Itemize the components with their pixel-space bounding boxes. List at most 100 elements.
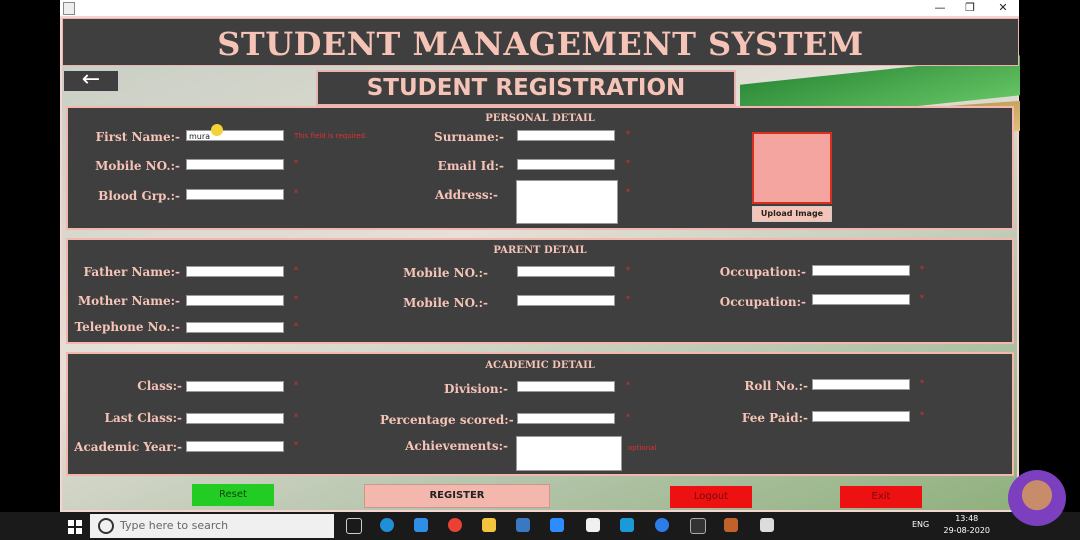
store-icon[interactable] bbox=[586, 518, 600, 532]
teams-icon[interactable] bbox=[516, 518, 530, 532]
title-bar: — ❐ ✕ bbox=[60, 0, 1019, 16]
required-mark: * bbox=[920, 294, 924, 303]
clock-date: 29-08-2020 bbox=[943, 526, 991, 535]
percentage-label: Percentage scored:- bbox=[380, 413, 514, 427]
mobile2-input[interactable] bbox=[517, 295, 615, 306]
required-mark: * bbox=[294, 441, 298, 450]
close-button[interactable]: ✕ bbox=[988, 0, 1018, 16]
mobile2-label: Mobile NO.:- bbox=[403, 296, 488, 310]
edge-icon[interactable] bbox=[380, 518, 394, 532]
mother-name-input[interactable] bbox=[186, 295, 284, 306]
register-button[interactable]: REGISTER bbox=[364, 484, 550, 508]
required-mark: * bbox=[626, 295, 630, 304]
presenter-avatar bbox=[1008, 470, 1066, 526]
app-window-icon[interactable] bbox=[760, 518, 774, 532]
academic-detail-title: ACADEMIC DETAIL bbox=[485, 360, 595, 371]
mouse-cursor-highlight bbox=[211, 124, 223, 136]
java-icon[interactable] bbox=[724, 518, 738, 532]
required-mark: * bbox=[920, 411, 924, 420]
search-placeholder: Type here to search bbox=[120, 519, 229, 532]
file-explorer-icon[interactable] bbox=[482, 518, 496, 532]
percentage-input[interactable] bbox=[517, 413, 615, 424]
app-header: STUDENT MANAGEMENT SYSTEM bbox=[62, 18, 1019, 66]
mail-icon[interactable] bbox=[414, 518, 428, 532]
address-label: Address:- bbox=[435, 188, 498, 202]
required-mark: * bbox=[626, 130, 630, 139]
app-icon[interactable] bbox=[655, 518, 669, 532]
occupation1-input[interactable] bbox=[812, 265, 910, 276]
address-textarea[interactable] bbox=[516, 180, 618, 224]
fee-paid-label: Fee Paid:- bbox=[741, 411, 808, 425]
upload-image-button[interactable]: Upload Image bbox=[752, 206, 832, 222]
mobile-input[interactable] bbox=[186, 159, 284, 170]
telephone-label: Telephone No.:- bbox=[74, 320, 180, 334]
taskbar-search[interactable]: Type here to search bbox=[90, 514, 334, 538]
class-input[interactable] bbox=[186, 381, 284, 392]
skype-icon[interactable] bbox=[620, 518, 634, 532]
logout-button[interactable]: Logout bbox=[670, 486, 752, 508]
surname-label: Surname:- bbox=[434, 130, 504, 144]
section-title: STUDENT REGISTRATION bbox=[366, 75, 686, 101]
reset-button[interactable]: Reset bbox=[192, 484, 274, 506]
required-mark: * bbox=[626, 266, 630, 275]
required-mark: * bbox=[294, 413, 298, 422]
first-name-label: First Name:- bbox=[95, 130, 180, 144]
system-clock[interactable]: 13:48 29-08-2020 bbox=[944, 513, 991, 537]
required-mark: * bbox=[920, 265, 924, 274]
required-mark: * bbox=[294, 266, 298, 275]
required-mark: * bbox=[294, 159, 298, 168]
email-label: Email Id:- bbox=[437, 159, 504, 173]
mobile1-label: Mobile NO.:- bbox=[403, 266, 488, 280]
mother-name-label: Mother Name:- bbox=[77, 294, 180, 308]
back-button[interactable]: ← bbox=[63, 67, 119, 92]
minimize-button[interactable]: — bbox=[925, 0, 955, 16]
class-label: Class:- bbox=[137, 379, 182, 393]
blood-group-label: Blood Grp.:- bbox=[98, 189, 180, 203]
search-icon bbox=[98, 518, 114, 534]
required-mark: * bbox=[294, 322, 298, 331]
required-mark: * bbox=[626, 159, 630, 168]
arrow-left-icon: ← bbox=[81, 67, 101, 92]
optional-note: optional bbox=[628, 444, 657, 452]
terminal-icon[interactable] bbox=[690, 518, 706, 534]
exit-button[interactable]: Exit bbox=[840, 486, 922, 508]
required-mark: * bbox=[626, 188, 630, 197]
parent-detail-title: PARENT DETAIL bbox=[493, 245, 587, 256]
roll-no-label: Roll No.:- bbox=[744, 379, 808, 393]
occupation2-input[interactable] bbox=[812, 294, 910, 305]
father-name-input[interactable] bbox=[186, 266, 284, 277]
zoom-icon[interactable] bbox=[550, 518, 564, 532]
occupation2-label: Occupation:- bbox=[719, 295, 806, 309]
required-mark: * bbox=[294, 381, 298, 390]
page-title: STUDENT MANAGEMENT SYSTEM bbox=[217, 25, 864, 63]
first-name-input[interactable]: mura bbox=[186, 130, 284, 141]
achievements-textarea[interactable] bbox=[516, 436, 622, 471]
academic-year-input[interactable] bbox=[186, 441, 284, 452]
surname-input[interactable] bbox=[517, 130, 615, 141]
maximize-button[interactable]: ❐ bbox=[955, 0, 985, 16]
father-name-label: Father Name:- bbox=[83, 265, 180, 279]
windows-start-icon[interactable] bbox=[68, 519, 82, 534]
blood-group-input[interactable] bbox=[186, 189, 284, 200]
division-input[interactable] bbox=[517, 381, 615, 392]
personal-detail-title: PERSONAL DETAIL bbox=[485, 113, 595, 124]
required-mark: * bbox=[294, 295, 298, 304]
achievements-label: Achievements:- bbox=[405, 439, 508, 453]
last-class-input[interactable] bbox=[186, 413, 284, 424]
last-class-label: Last Class:- bbox=[104, 411, 183, 425]
section-header: STUDENT REGISTRATION bbox=[316, 70, 736, 106]
email-input[interactable] bbox=[517, 159, 615, 170]
academic-year-label: Academic Year:- bbox=[74, 440, 182, 454]
required-mark: * bbox=[626, 413, 630, 422]
fee-paid-input[interactable] bbox=[812, 411, 910, 422]
photo-preview bbox=[752, 132, 832, 204]
mobile1-input[interactable] bbox=[517, 266, 615, 277]
required-mark: * bbox=[294, 189, 298, 198]
task-view-icon[interactable] bbox=[346, 518, 362, 534]
telephone-input[interactable] bbox=[186, 322, 284, 333]
required-mark: * bbox=[920, 379, 924, 388]
roll-no-input[interactable] bbox=[812, 379, 910, 390]
chrome-icon[interactable] bbox=[448, 518, 462, 532]
first-name-error: This field is required. bbox=[294, 132, 368, 140]
language-indicator[interactable]: ENG bbox=[912, 520, 929, 529]
